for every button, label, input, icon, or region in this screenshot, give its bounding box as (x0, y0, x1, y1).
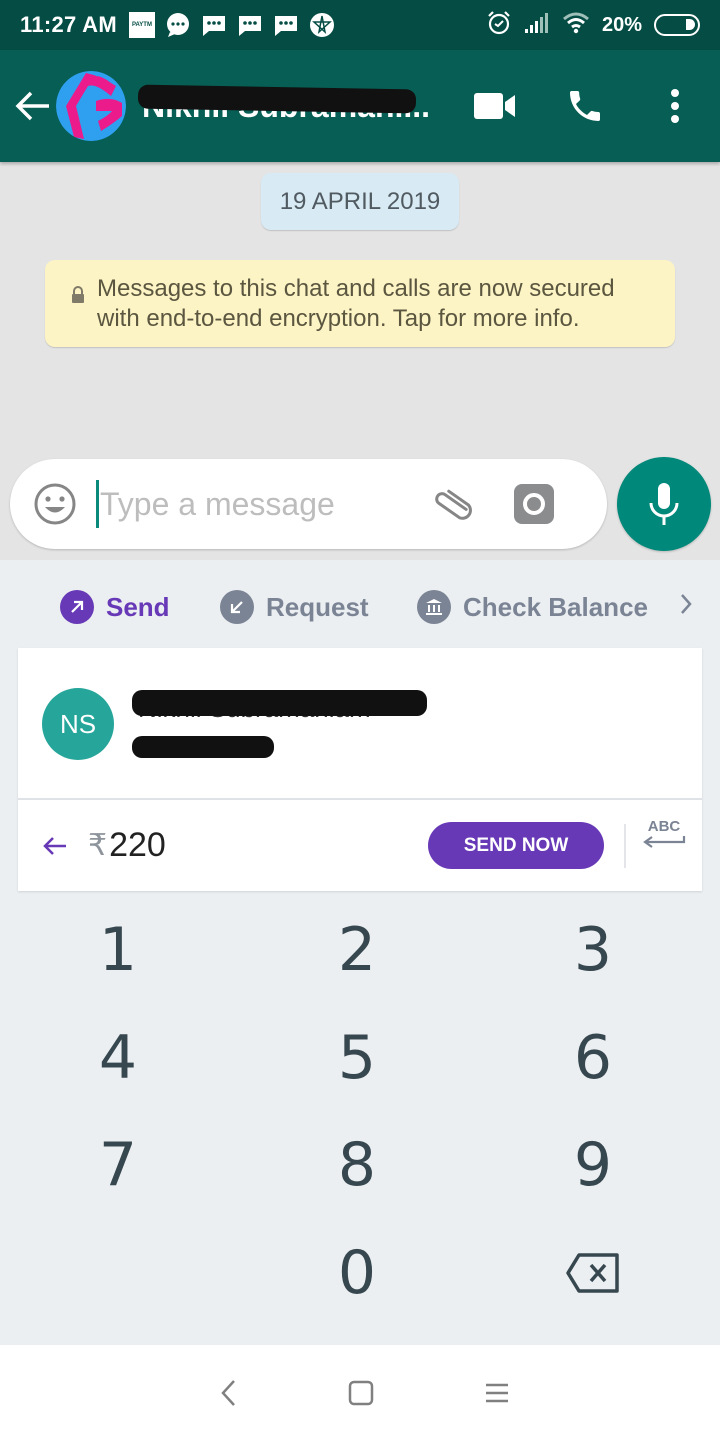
message-input[interactable]: Type a message (96, 479, 416, 529)
request-arrow-icon (220, 590, 254, 624)
recipient-avatar: NS (42, 688, 114, 760)
microphone-icon (649, 483, 679, 525)
notification-icons: PAYTM (128, 12, 335, 38)
key-2[interactable]: 2 (297, 900, 417, 1000)
voice-record-button[interactable] (617, 457, 711, 551)
signal-icon (524, 12, 550, 39)
arrow-left-icon (15, 91, 49, 121)
attach-button[interactable] (426, 479, 476, 529)
tab-send-label: Send (106, 591, 170, 622)
send-arrow-icon (60, 590, 94, 624)
phone-icon (570, 91, 600, 121)
status-bar: 11:27 AM PAYTM 20% (0, 0, 720, 50)
payment-panel: Send Request Check Balance NS Nikhil Sub… (0, 560, 720, 1345)
key-7[interactable]: 7 (58, 1115, 178, 1215)
battery-percent: 20% (601, 13, 642, 36)
contact-avatar[interactable] (56, 71, 126, 141)
tabs-scroll-next-button[interactable] (678, 590, 694, 623)
currency-symbol: ₹ (88, 829, 108, 862)
date-chip: 19 APRIL 2019 (261, 173, 459, 230)
send-now-button[interactable]: SEND NOW (428, 822, 604, 869)
payment-tabs: Send Request Check Balance (0, 582, 720, 632)
wifi-icon (562, 12, 590, 39)
return-arrow-icon (643, 836, 686, 848)
nav-home-icon (348, 1380, 374, 1406)
arrow-left-icon (43, 836, 66, 855)
tab-send[interactable]: Send (60, 590, 170, 624)
message-icon (201, 12, 227, 38)
key-6[interactable]: 6 (533, 1008, 653, 1108)
chevron-right-icon (681, 594, 692, 614)
key-3[interactable]: 3 (533, 900, 653, 1000)
keyboard-toggle-label: ABC (647, 818, 681, 835)
emoji-button[interactable] (30, 479, 80, 529)
camera-icon (523, 493, 545, 515)
redaction-mark (132, 736, 274, 758)
encryption-notice-text: Messages to this chat and calls are now … (97, 275, 615, 332)
tab-check-balance[interactable]: Check Balance (417, 590, 648, 624)
backspace-icon (566, 1253, 619, 1293)
tab-request-label: Request (266, 591, 369, 622)
alarm-icon (486, 10, 512, 41)
nav-menu-button[interactable] (477, 1375, 517, 1411)
amount-input[interactable]: 220 (109, 826, 166, 865)
paperclip-icon (435, 489, 472, 520)
status-time: 11:27 AM (20, 12, 117, 37)
key-0[interactable]: 0 (297, 1223, 417, 1323)
nav-back-button[interactable] (208, 1375, 248, 1411)
text-caret (96, 480, 99, 528)
contact-name-area[interactable]: Nikhil Subramani... (137, 81, 442, 131)
message-composer: Type a message (10, 459, 607, 549)
keyboard-toggle-button[interactable]: ABC (638, 818, 690, 870)
voice-call-button[interactable] (540, 76, 630, 136)
star-app-icon (309, 12, 335, 38)
more-vertical-icon (671, 89, 679, 123)
amount-back-button[interactable] (40, 831, 70, 861)
lock-icon (71, 282, 85, 312)
backspace-key[interactable] (533, 1223, 653, 1323)
encryption-notice[interactable]: Messages to this chat and calls are now … (45, 260, 675, 347)
chat-bubble-icon (165, 12, 191, 38)
camera-button[interactable] (514, 484, 554, 524)
key-9[interactable]: 9 (533, 1115, 653, 1215)
tab-request[interactable]: Request (220, 590, 369, 624)
nav-home-button[interactable] (341, 1375, 381, 1411)
message-icon (273, 12, 299, 38)
key-4[interactable]: 4 (58, 1008, 178, 1108)
battery-icon (654, 14, 700, 36)
amount-row: ₹ 220 SEND NOW ABC (18, 800, 702, 891)
numeric-keypad: 1 2 3 4 5 6 7 8 9 0 (0, 900, 720, 1340)
nav-menu-icon (486, 1383, 508, 1403)
back-button[interactable] (8, 76, 58, 136)
message-icon (237, 12, 263, 38)
message-placeholder: Type a message (100, 485, 335, 522)
emoji-icon (34, 483, 76, 525)
nav-back-icon (221, 1380, 235, 1406)
system-nav-bar (0, 1345, 720, 1440)
tab-check-balance-label: Check Balance (463, 591, 648, 622)
keyboard-toggle-divider (624, 824, 626, 868)
key-5[interactable]: 5 (297, 1008, 417, 1108)
video-camera-icon (474, 93, 515, 119)
redaction-mark (132, 690, 427, 716)
bank-icon (417, 590, 451, 624)
paytm-icon: PAYTM (128, 12, 155, 38)
recipient-card: NS Nikhil Subramaniam ₹ 220 SEND NOW ABC (18, 648, 702, 891)
key-1[interactable]: 1 (58, 900, 178, 1000)
video-call-button[interactable] (450, 76, 540, 136)
redaction-mark (137, 84, 417, 114)
key-8[interactable]: 8 (297, 1115, 417, 1215)
chat-app-bar: Nikhil Subramani... (0, 50, 720, 162)
more-options-button[interactable] (630, 76, 720, 136)
